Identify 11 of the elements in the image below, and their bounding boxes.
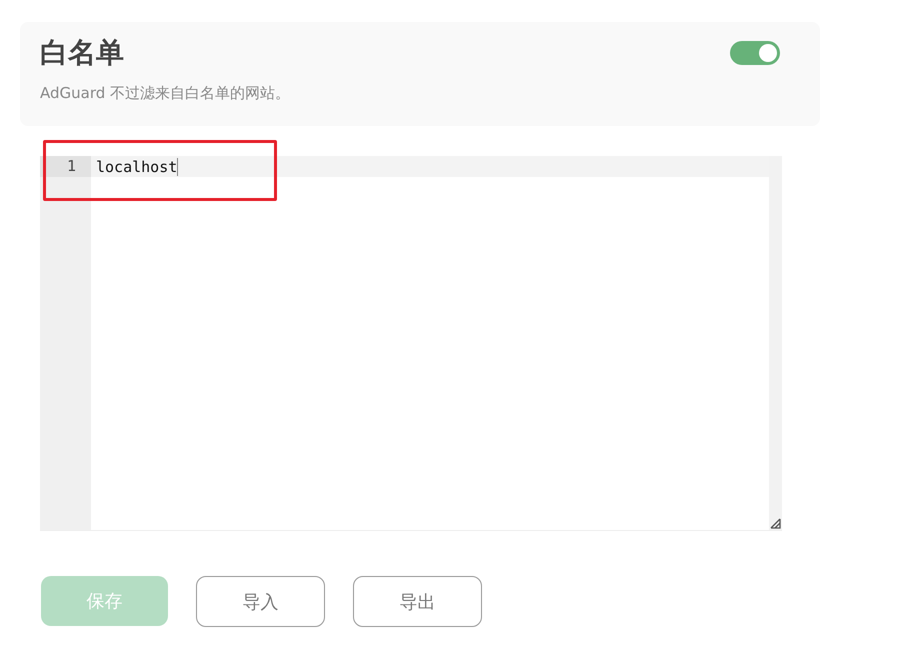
section-description: AdGuard 不过滤来自白名单的网站。 bbox=[40, 84, 292, 103]
section-title: 白名单 bbox=[40, 35, 124, 71]
resize-handle-icon[interactable] bbox=[770, 518, 781, 529]
scrollbar-track[interactable] bbox=[769, 156, 782, 530]
line-text: localhost bbox=[95, 158, 178, 176]
toggle-switch[interactable] bbox=[730, 41, 780, 65]
action-button[interactable]: 导入 bbox=[196, 576, 325, 627]
line-number: 1 bbox=[40, 156, 91, 177]
code-editor[interactable]: 1 localhost bbox=[40, 156, 782, 531]
text-cursor bbox=[177, 158, 178, 176]
action-button[interactable]: 导出 bbox=[353, 576, 482, 627]
